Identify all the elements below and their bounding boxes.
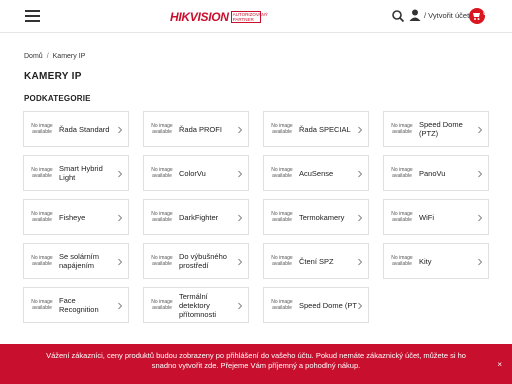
chevron-right-icon	[358, 126, 363, 134]
no-image-placeholder: No image available	[271, 123, 293, 135]
menu-icon[interactable]	[25, 10, 40, 22]
chevron-right-icon	[358, 258, 363, 266]
subcategory-label: DarkFighter	[179, 212, 219, 222]
subcategory-card[interactable]: No image available Řada Standard	[23, 111, 129, 147]
subcategory-card[interactable]: No image available Se solárním napájením	[23, 243, 129, 279]
cookie-text-line-1: Vážení zákazníci, ceny produktů budou zo…	[46, 351, 466, 360]
no-image-placeholder: No image available	[271, 211, 293, 223]
subcategory-card[interactable]: No image available Speed Dome (PTZ)	[383, 111, 489, 147]
subcategory-card[interactable]: No image available Face Recognition	[23, 287, 129, 323]
subcategory-label: Kity	[419, 256, 432, 266]
breadcrumb-separator: /	[46, 53, 49, 60]
no-image-placeholder: No image available	[151, 299, 173, 311]
no-image-placeholder: No image available	[391, 123, 413, 135]
chevron-right-icon	[118, 302, 123, 310]
subcategory-card[interactable]: No image available PanoVu	[383, 155, 489, 191]
subcategory-label: ColorVu	[179, 168, 206, 178]
subcategory-card[interactable]: No image available ColorVu	[143, 155, 249, 191]
no-image-placeholder: No image available	[31, 255, 53, 267]
chevron-right-icon	[358, 214, 363, 222]
chevron-right-icon	[238, 258, 243, 266]
chevron-right-icon	[238, 170, 243, 178]
chevron-right-icon	[118, 214, 123, 222]
close-icon[interactable]: ×	[497, 360, 502, 370]
no-image-placeholder: No image available	[31, 299, 53, 311]
logo-subtext: AUTORIZOVANÝ PARTNER	[230, 11, 268, 23]
no-image-placeholder: No image available	[151, 211, 173, 223]
subcategory-card[interactable]: No image available Termální detektory pří…	[143, 287, 249, 323]
no-image-placeholder: No image available	[271, 255, 293, 267]
chevron-right-icon	[238, 214, 243, 222]
no-image-placeholder: No image available	[151, 123, 173, 135]
no-image-placeholder: No image available	[31, 211, 53, 223]
chevron-right-icon	[478, 126, 483, 134]
search-icon[interactable]	[391, 9, 405, 23]
subcategory-label: Termální detektory přítomnosti	[179, 291, 217, 319]
subcategory-label: AcuSense	[299, 168, 334, 178]
subcategory-label: WiFi	[419, 212, 434, 222]
chevron-right-icon	[358, 302, 363, 310]
cookie-banner: Vážení zákazníci, ceny produktů budou zo…	[0, 344, 512, 384]
breadcrumb: Domů / Kamery IP	[24, 53, 85, 60]
no-image-placeholder: No image available	[271, 167, 293, 179]
subcategory-card[interactable]: No image available Kity	[383, 243, 489, 279]
chevron-right-icon	[118, 170, 123, 178]
logo-text: HIKVISION	[170, 10, 229, 24]
subcategory-label: PanoVu	[419, 168, 446, 178]
subcategory-card[interactable]: No image available Čtení SPZ	[263, 243, 369, 279]
subcategory-card[interactable]: No image available Řada PROFI	[143, 111, 249, 147]
no-image-placeholder: No image available	[151, 167, 173, 179]
subcategory-card[interactable]: No image available Termokamery	[263, 199, 369, 235]
no-image-placeholder: No image available	[31, 123, 53, 135]
subcategory-label: Řada PROFI	[179, 124, 222, 134]
no-image-placeholder: No image available	[391, 211, 413, 223]
subcategory-grid: No image available Řada Standard No image …	[23, 111, 489, 323]
subcategory-card[interactable]: No image available Speed Dome (PT	[263, 287, 369, 323]
no-image-placeholder: No image available	[391, 167, 413, 179]
subcategory-label: Se solárním napájením	[59, 252, 100, 270]
create-account-link[interactable]: / Vytvořit účet	[424, 11, 469, 20]
subcategory-label: Termokamery	[299, 212, 345, 222]
subcategory-label: Řada SPECIAL	[299, 124, 351, 134]
chevron-right-icon	[118, 126, 123, 134]
cart-count: 0	[483, 11, 486, 17]
user-icon[interactable]	[408, 8, 422, 22]
no-image-placeholder: No image available	[151, 255, 173, 267]
subcategory-card[interactable]: No image available AcuSense	[263, 155, 369, 191]
subcategory-label: Speed Dome (PTZ)	[419, 120, 463, 138]
chevron-right-icon	[478, 170, 483, 178]
subcategory-label: Čtení SPZ	[299, 256, 334, 266]
subcategory-label: Face Recognition	[59, 296, 99, 314]
chevron-right-icon	[358, 170, 363, 178]
page-title: KAMERY IP	[24, 71, 82, 82]
subcategory-card[interactable]: No image available Fisheye	[23, 199, 129, 235]
subcategory-label: Speed Dome (PT	[299, 300, 357, 310]
subcategory-card[interactable]: No image available Do výbušného prostředí	[143, 243, 249, 279]
chevron-right-icon	[478, 214, 483, 222]
subcategory-label: Fisheye	[59, 212, 86, 222]
subcategory-label: Smart Hybrid Light	[59, 164, 103, 182]
subcategory-card[interactable]: No image available Řada SPECIAL	[263, 111, 369, 147]
no-image-placeholder: No image available	[271, 299, 293, 311]
subcategory-card[interactable]: No image available Smart Hybrid Light	[23, 155, 129, 191]
breadcrumb-current: Kamery IP	[52, 53, 86, 60]
chevron-right-icon	[238, 126, 243, 134]
subcategory-card[interactable]: No image available DarkFighter	[143, 199, 249, 235]
chevron-right-icon	[238, 302, 243, 310]
chevron-right-icon	[478, 258, 483, 266]
breadcrumb-home[interactable]: Domů	[24, 53, 43, 60]
no-image-placeholder: No image available	[391, 255, 413, 267]
subcategories-heading: PODKATEGORIE	[24, 94, 91, 103]
site-header: HIKVISION AUTORIZOVANÝ PARTNER / Vytvoři…	[0, 0, 512, 33]
subcategory-label: Řada Standard	[59, 124, 110, 134]
cart-button[interactable]: 0	[469, 8, 486, 24]
no-image-placeholder: No image available	[31, 167, 53, 179]
chevron-right-icon	[118, 258, 123, 266]
cookie-text-line-2[interactable]: snadno vytvořit zde. Přejeme Vám příjemn…	[0, 361, 512, 371]
hikvision-logo[interactable]: HIKVISION AUTORIZOVANÝ PARTNER	[170, 7, 268, 27]
subcategory-card[interactable]: No image available WiFi	[383, 199, 489, 235]
subcategory-label: Do výbušného prostředí	[179, 252, 227, 270]
